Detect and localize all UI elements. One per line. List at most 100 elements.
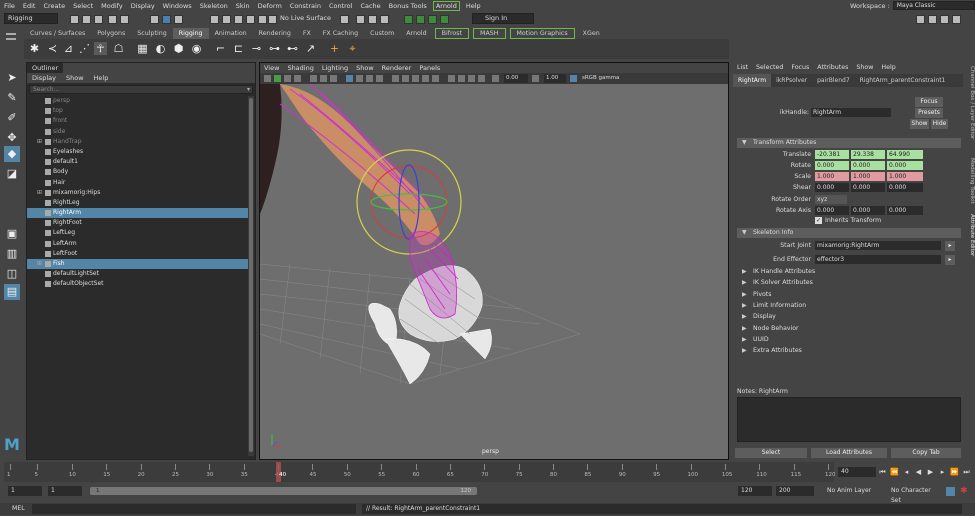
playback-end-field[interactable]: 120 bbox=[738, 486, 772, 496]
menu-windows[interactable]: Windows bbox=[159, 2, 196, 10]
gamma-icon[interactable] bbox=[532, 75, 539, 82]
modelling-toolkit-tab[interactable]: Modelling Toolkit bbox=[965, 158, 975, 204]
lights-icon[interactable] bbox=[392, 75, 399, 82]
shelf-tab-sculpting[interactable]: Sculpting bbox=[131, 28, 172, 39]
toggle-attribute-editor-icon[interactable] bbox=[928, 15, 937, 24]
menu-control[interactable]: Control bbox=[325, 2, 357, 10]
start-joint-link-icon[interactable]: ▸ bbox=[945, 241, 955, 251]
toggle-channel-box-icon[interactable] bbox=[952, 15, 961, 24]
go-to-end-icon[interactable]: ⏭ bbox=[962, 466, 971, 478]
shelf-tab-motion-graphics[interactable]: Motion Graphics bbox=[509, 28, 575, 39]
outliner-menu-show[interactable]: Show bbox=[61, 73, 89, 83]
tab-rightarm[interactable]: RightArm bbox=[733, 74, 772, 87]
menu-skin[interactable]: Skin bbox=[232, 2, 254, 10]
outliner-item-body[interactable]: Body bbox=[27, 167, 249, 177]
auto-key-icon[interactable] bbox=[946, 487, 955, 496]
outliner-item-leftfoot[interactable]: LeftFoot bbox=[27, 249, 249, 259]
redo-icon[interactable] bbox=[120, 15, 129, 24]
select-button[interactable]: Select bbox=[735, 448, 807, 458]
command-language-toggle[interactable]: MEL bbox=[12, 504, 25, 514]
menu-cache[interactable]: Cache bbox=[356, 2, 384, 10]
orient-constraint-icon[interactable]: ⊶ bbox=[268, 42, 281, 55]
workspace-dropdown[interactable]: Maya Classic bbox=[892, 1, 975, 10]
shelf-tab-curves-surfaces[interactable]: Curves / Surfaces bbox=[24, 28, 91, 39]
rotate-tool-icon[interactable]: ◆ bbox=[4, 146, 20, 162]
play-forwards-icon[interactable]: ▶ bbox=[926, 466, 935, 478]
attribute-editor-tab[interactable]: Attribute Editor bbox=[965, 214, 975, 256]
start-joint-field[interactable]: mixamorig:RightArm bbox=[815, 241, 941, 250]
select-camera-icon[interactable] bbox=[264, 75, 271, 82]
transform-attributes-section[interactable]: ▼ Transform Attributes bbox=[737, 138, 961, 148]
outliner-item-defaultlightset[interactable]: defaultLightSet bbox=[27, 269, 249, 279]
undo-icon[interactable] bbox=[108, 15, 117, 24]
shelf-tab-xgen[interactable]: XGen bbox=[577, 28, 606, 39]
shelf-tab-rendering[interactable]: Rendering bbox=[253, 28, 297, 39]
menu-display[interactable]: Display bbox=[127, 2, 159, 10]
go-to-start-icon[interactable]: ⏮ bbox=[878, 466, 887, 478]
ae-menu-selected[interactable]: Selected bbox=[752, 62, 787, 74]
outliner-item-side[interactable]: side bbox=[27, 127, 249, 137]
view-transform-label[interactable]: sRGB gamma bbox=[580, 74, 630, 83]
shelf-tab-arnold[interactable]: Arnold bbox=[400, 28, 432, 39]
translate-y-field[interactable]: 29.338 bbox=[851, 150, 885, 159]
anim-layer-dropdown[interactable]: No Anim Layer bbox=[824, 486, 884, 496]
snap-surface-icon[interactable] bbox=[258, 15, 267, 24]
outliner-item-front[interactable]: front bbox=[27, 116, 249, 126]
four-pane-layout-icon[interactable]: ▥ bbox=[4, 246, 20, 262]
scale-z-field[interactable]: 1.000 bbox=[887, 172, 923, 181]
shear-y-field[interactable]: 0.000 bbox=[851, 183, 885, 192]
character-set-dropdown[interactable]: No Character Set bbox=[888, 486, 944, 504]
rotate-y-field[interactable]: 0.000 bbox=[851, 161, 885, 170]
outliner-item-leftleg[interactable]: LeftLeg bbox=[27, 228, 249, 238]
command-input[interactable] bbox=[32, 504, 356, 514]
arnold-ipr-icon[interactable] bbox=[416, 15, 425, 24]
parent-constraint-icon[interactable]: ⊷ bbox=[286, 42, 299, 55]
quick-rig-icon[interactable]: ☖ bbox=[112, 42, 125, 55]
menu-set-dropdown[interactable]: Rigging bbox=[4, 13, 58, 24]
toggle-modeling-toolkit-icon[interactable] bbox=[916, 15, 925, 24]
bind-skin-icon[interactable]: ◐ bbox=[154, 42, 167, 55]
paint-weights-icon[interactable]: ⌐ bbox=[214, 42, 227, 55]
wireframe-on-shaded-icon[interactable] bbox=[366, 75, 373, 82]
color-management-icon[interactable] bbox=[570, 75, 577, 82]
snap-view-icon[interactable] bbox=[246, 15, 255, 24]
outliner-item-handtrap[interactable]: ⊞ HandTrap bbox=[27, 137, 249, 147]
outliner-item-defaultobjectset[interactable]: defaultObjectSet bbox=[27, 279, 249, 289]
hide-button[interactable]: Hide bbox=[931, 119, 948, 129]
image-plane-icon[interactable] bbox=[294, 75, 301, 82]
rotate-axis-x-field[interactable]: 0.000 bbox=[815, 206, 849, 215]
expand-icon[interactable]: ⊞ bbox=[37, 137, 42, 147]
select-object-icon[interactable] bbox=[162, 15, 171, 24]
step-back-frame-icon[interactable]: ◂ bbox=[902, 466, 911, 478]
show-button[interactable]: Show bbox=[910, 119, 929, 129]
expand-icon[interactable]: ⊞ bbox=[37, 259, 42, 269]
two-pane-layout-icon[interactable]: ◫ bbox=[4, 266, 20, 282]
viewport-menu-renderer[interactable]: Renderer bbox=[378, 63, 416, 73]
ae-menu-show[interactable]: Show bbox=[852, 62, 877, 74]
menu-arnold[interactable]: Arnold bbox=[432, 0, 460, 11]
outliner-item-persp[interactable]: persp bbox=[27, 96, 249, 106]
scale-x-field[interactable]: 1.000 bbox=[815, 172, 849, 181]
outliner-item-eyelashes[interactable]: Eyelashes bbox=[27, 147, 249, 157]
shelf-tab-custom[interactable]: Custom bbox=[364, 28, 400, 39]
tab-pairblend7[interactable]: pairBlend7 bbox=[812, 74, 855, 87]
aim-constraint-icon[interactable]: ↗ bbox=[304, 42, 317, 55]
section-ik-handle-attributes[interactable]: ▶ IK Handle Attributes bbox=[737, 267, 961, 277]
grid-toggle-icon[interactable] bbox=[310, 75, 317, 82]
channel-box-tab[interactable]: Channel Box / Layer Editor bbox=[965, 66, 975, 139]
outliner-menu-help[interactable]: Help bbox=[89, 73, 114, 83]
menu-modify[interactable]: Modify bbox=[97, 2, 127, 10]
single-pane-layout-icon[interactable]: ▣ bbox=[4, 226, 20, 242]
shelf-tab-polygons[interactable]: Polygons bbox=[91, 28, 131, 39]
animation-end-field[interactable]: 200 bbox=[776, 486, 814, 496]
shadows-icon[interactable] bbox=[402, 75, 409, 82]
film-gate-icon[interactable] bbox=[320, 75, 327, 82]
anti-aliasing-icon[interactable] bbox=[432, 75, 439, 82]
ipr-render-icon[interactable] bbox=[368, 15, 377, 24]
inherits-transform-checkbox[interactable]: ✓ bbox=[815, 217, 822, 224]
snap-grid-icon[interactable] bbox=[210, 15, 219, 24]
presets-button[interactable]: Presets bbox=[915, 108, 943, 118]
section-limit-information[interactable]: ▶ Limit Information bbox=[737, 301, 961, 311]
select-hierarchy-icon[interactable] bbox=[150, 15, 159, 24]
outliner-item-fish[interactable]: ⊞ Fish bbox=[27, 259, 249, 270]
